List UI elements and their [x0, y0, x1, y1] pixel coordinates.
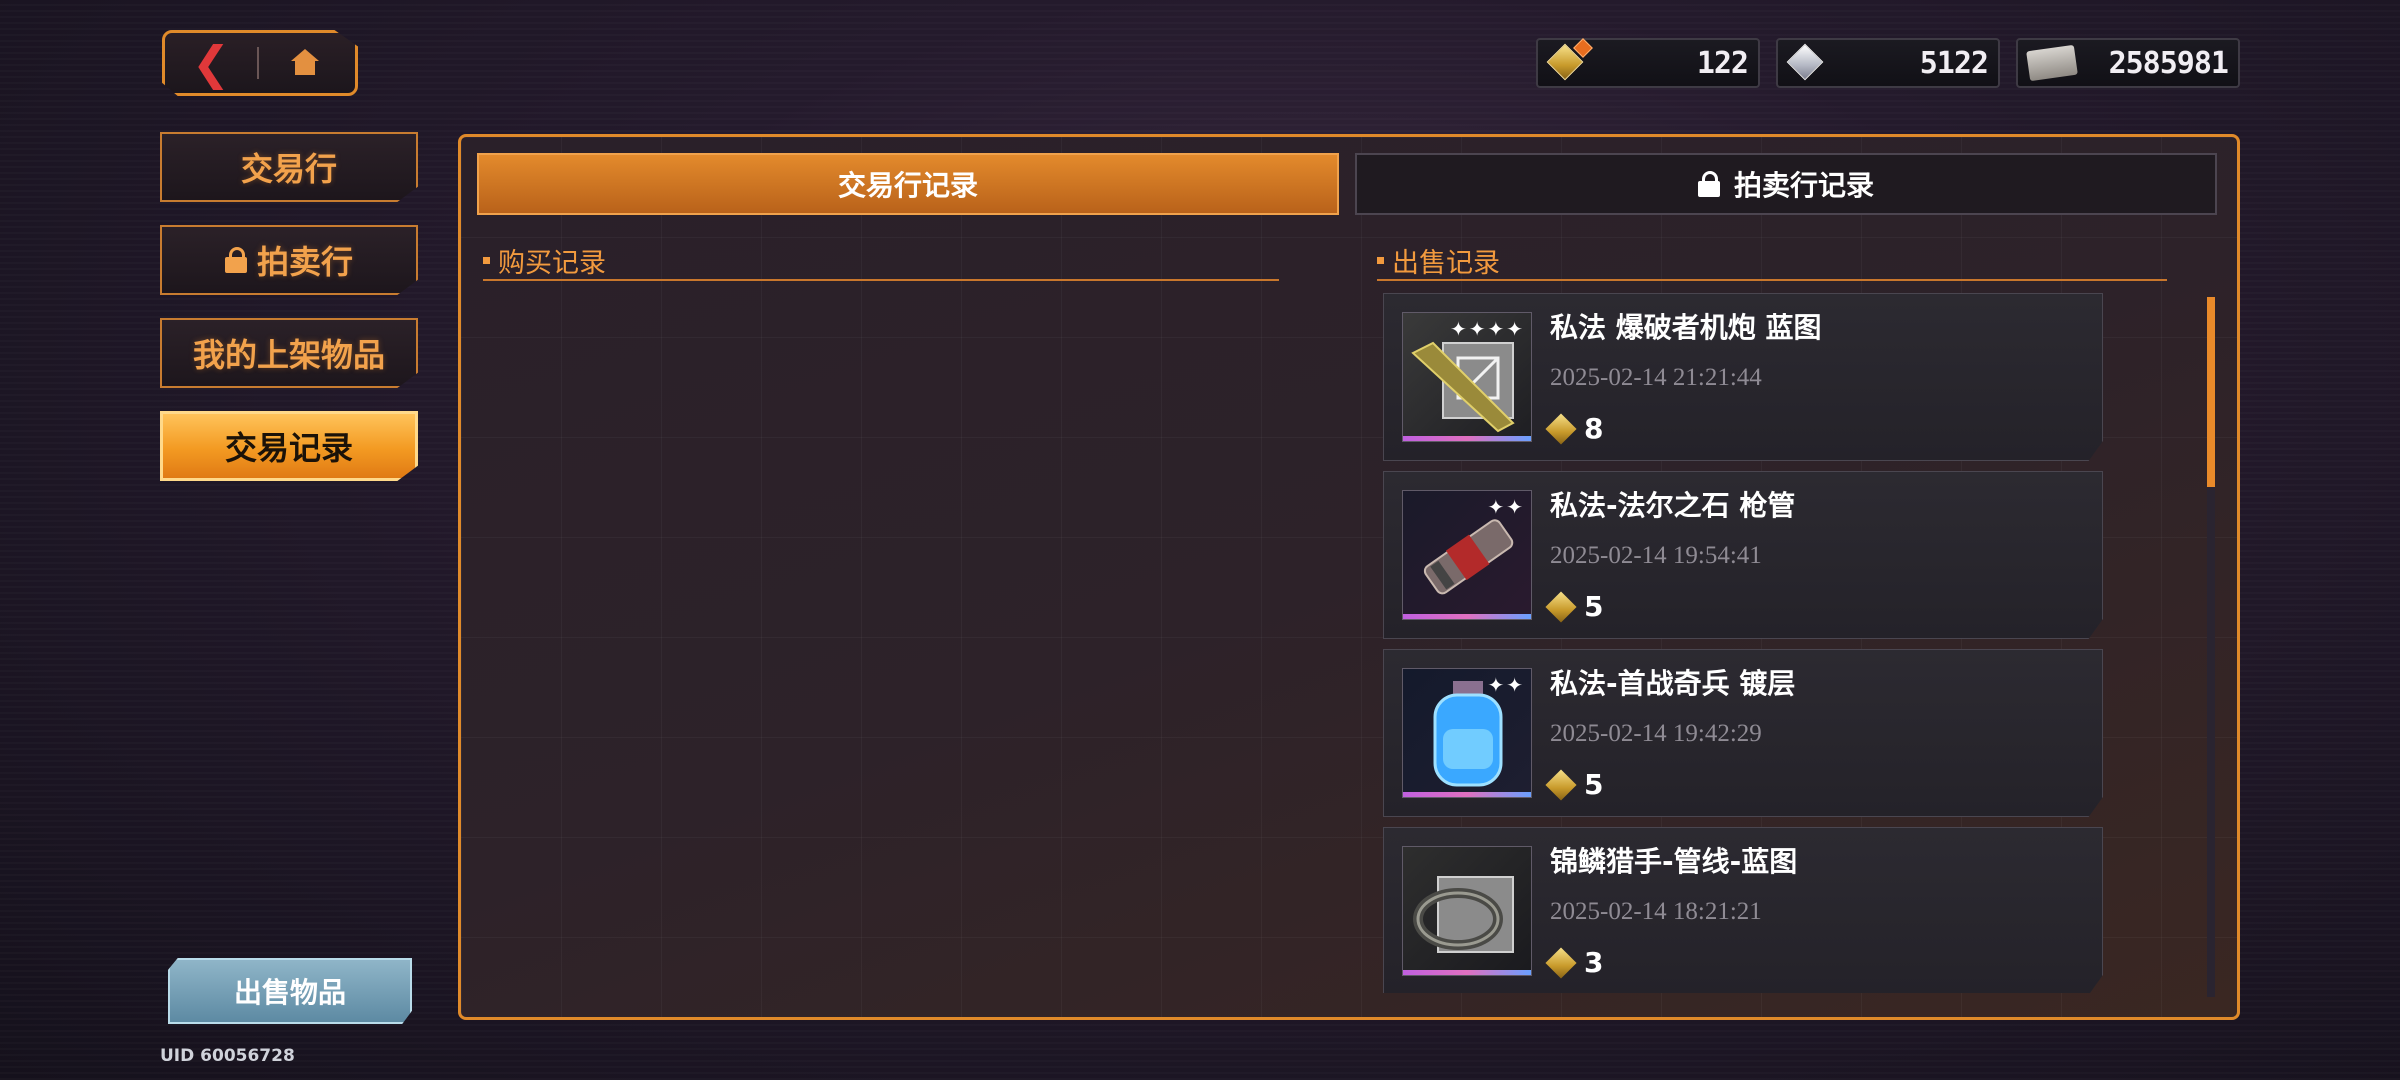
plating-canister-icon: ✦✦	[1402, 668, 1532, 798]
scrollbar-thumb[interactable]	[2207, 297, 2215, 487]
sidebar-item-label: 拍卖行	[256, 243, 353, 281]
gun-barrel-icon: ✦✦	[1402, 490, 1532, 620]
item-price: 3	[1545, 946, 1604, 979]
sidebar-item-label: 交易行	[240, 150, 337, 188]
scrollbar[interactable]	[2207, 297, 2215, 997]
item-time: 2025-02-14 19:54:41	[1550, 542, 1762, 569]
currency-silver[interactable]: 5122	[1776, 38, 2000, 88]
sidebar-item-trade-records[interactable]: 交易记录	[160, 411, 418, 481]
item-price: 5	[1545, 590, 1604, 623]
gold-gem-icon	[1545, 768, 1577, 801]
currency-gold-value: 122	[1696, 45, 1749, 81]
home-icon	[290, 49, 320, 77]
cable-blueprint-icon	[1402, 846, 1532, 976]
tab-label: 拍卖行记录	[1733, 169, 1874, 202]
sidebar-item-label: 交易记录	[224, 429, 353, 467]
cannon-blueprint-icon: ✦✦✦✦	[1402, 312, 1532, 442]
item-time: 2025-02-14 18:21:21	[1550, 898, 1762, 925]
rarity-bar	[1403, 436, 1531, 441]
currency-ticket[interactable]: 2585981	[2016, 38, 2240, 88]
cable-blueprint-graphic	[1413, 876, 1514, 953]
gold-gem-icon	[1545, 590, 1577, 623]
item-name: 锦鳞猎手-管线-蓝图	[1550, 845, 1798, 878]
gold-gem-icon	[1545, 412, 1577, 445]
item-price-value: 8	[1584, 412, 1604, 445]
bullet-icon	[1377, 256, 1384, 264]
item-price: 5	[1545, 768, 1604, 801]
item-price-value: 5	[1584, 768, 1604, 801]
sidebar-item-auction[interactable]: 拍卖行	[160, 225, 418, 295]
purchase-records-title: 购买记录	[498, 247, 606, 279]
list-item[interactable]: ✦✦ 私法-首战奇兵 镀层 2025-02-14 19:42:29 5	[1383, 649, 2103, 817]
list-item[interactable]: ✦✦ 私法-法尔之石 枪管 2025-02-14 19:54:41 5	[1383, 471, 2103, 639]
sale-records-header: 出售记录	[1377, 241, 2167, 281]
tab-label: 交易行记录	[837, 169, 978, 202]
rarity-bar	[1403, 614, 1531, 619]
chevron-left-icon[interactable]: ❮	[165, 33, 257, 93]
purchase-records-header: 购买记录	[483, 241, 1279, 281]
sale-records-list[interactable]: ✦✦✦✦ 私法 爆破者机炮 蓝图 2025-02-14 21:21:44 8 ✦…	[1383, 293, 2163, 993]
home-button[interactable]	[259, 33, 351, 93]
sidebar-item-my-listings[interactable]: 我的上架物品	[160, 318, 418, 388]
item-price-value: 3	[1584, 946, 1604, 979]
currency-gold[interactable]: 122	[1536, 38, 1760, 88]
item-name: 私法 爆破者机炮 蓝图	[1550, 311, 1822, 344]
list-item[interactable]: ✦✦✦✦ 私法 爆破者机炮 蓝图 2025-02-14 21:21:44 8	[1383, 293, 2103, 461]
rarity-bar	[1403, 792, 1531, 797]
item-name: 私法-首战奇兵 镀层	[1550, 667, 1796, 700]
item-price: 8	[1545, 412, 1604, 445]
gold-gem-icon	[1546, 38, 1593, 81]
item-time: 2025-02-14 21:21:44	[1550, 364, 1762, 391]
sidebar-item-trading[interactable]: 交易行	[160, 132, 418, 202]
silver-gem-icon	[1786, 43, 1824, 81]
gold-gem-icon	[1545, 946, 1577, 979]
currency-silver-value: 5122	[1919, 45, 1989, 81]
sidebar-item-label: 我的上架物品	[192, 336, 385, 374]
sell-items-label: 出售物品	[233, 976, 346, 1009]
rarity-stars: ✦✦	[1487, 495, 1525, 519]
user-id: UID 60056728	[160, 1046, 295, 1066]
records-panel: 交易行记录 拍卖行记录 购买记录 出售记录 ✦✦✦✦ 私法 爆破者机炮 蓝图 2…	[458, 134, 2240, 1020]
bullet-icon	[483, 256, 490, 264]
list-item[interactable]: 锦鳞猎手-管线-蓝图 2025-02-14 18:21:21 3	[1383, 827, 2103, 993]
rarity-stars: ✦✦	[1487, 673, 1525, 697]
lock-icon	[224, 247, 247, 273]
item-time: 2025-02-14 19:42:29	[1550, 720, 1762, 747]
sell-items-button[interactable]: 出售物品	[168, 958, 412, 1024]
nav-cap: ❮	[162, 30, 358, 96]
sale-records-title: 出售记录	[1392, 247, 1500, 279]
item-price-value: 5	[1584, 590, 1604, 623]
rarity-stars: ✦✦✦✦	[1449, 317, 1525, 341]
tab-auction-records[interactable]: 拍卖行记录	[1355, 153, 2217, 215]
tab-trading-records[interactable]: 交易行记录	[477, 153, 1339, 215]
ticket-icon	[2026, 44, 2078, 82]
lock-icon	[1697, 171, 1720, 197]
currency-ticket-value: 2585981	[2108, 45, 2229, 81]
rarity-bar	[1403, 970, 1531, 975]
item-name: 私法-法尔之石 枪管	[1550, 489, 1796, 522]
